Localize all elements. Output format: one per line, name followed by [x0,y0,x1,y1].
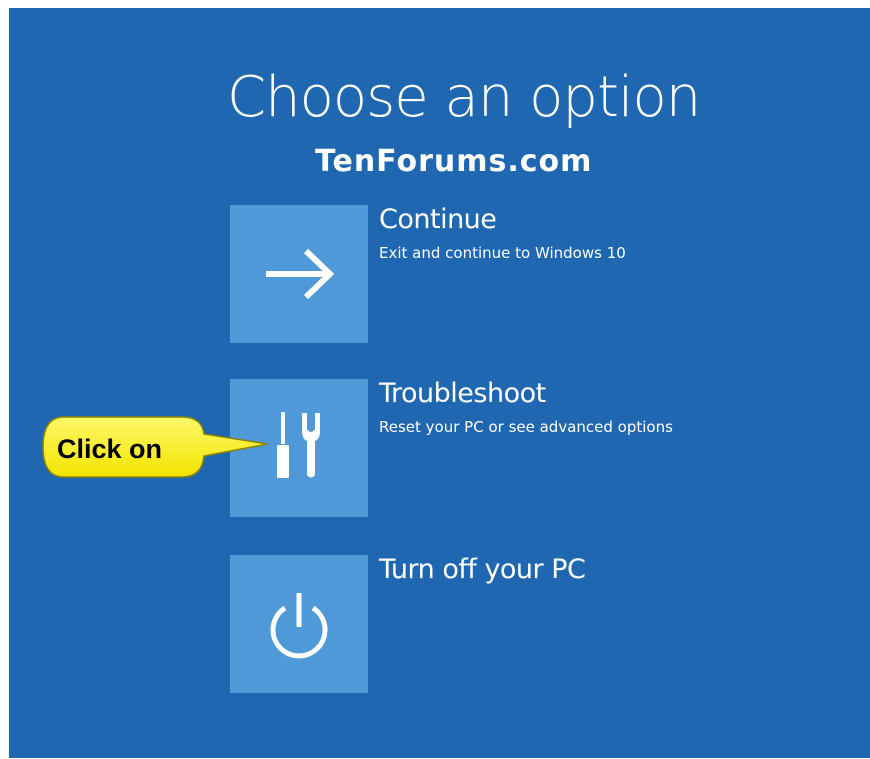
watermark: TenForums.com [315,144,593,179]
continue-tile[interactable] [230,205,368,343]
turn-off-option[interactable]: Turn off your PC [230,555,750,693]
continue-title: Continue [379,204,497,235]
troubleshoot-option[interactable]: Troubleshoot Reset your PC or see advanc… [230,379,750,517]
callout-label: Click on [57,434,163,464]
power-icon [270,593,328,659]
turn-off-title: Turn off your PC [379,554,586,585]
arrow-right-icon [266,248,335,300]
recovery-screen: Choose an option TenForums.com Continue … [9,8,870,758]
continue-description: Exit and continue to Windows 10 [379,244,626,262]
troubleshoot-description: Reset your PC or see advanced options [379,418,673,436]
click-on-callout: Click on [40,414,269,480]
turn-off-tile[interactable] [230,555,368,693]
continue-option[interactable]: Continue Exit and continue to Windows 10 [230,205,750,343]
troubleshoot-title: Troubleshoot [379,378,546,409]
page-title: Choose an option [227,65,701,130]
